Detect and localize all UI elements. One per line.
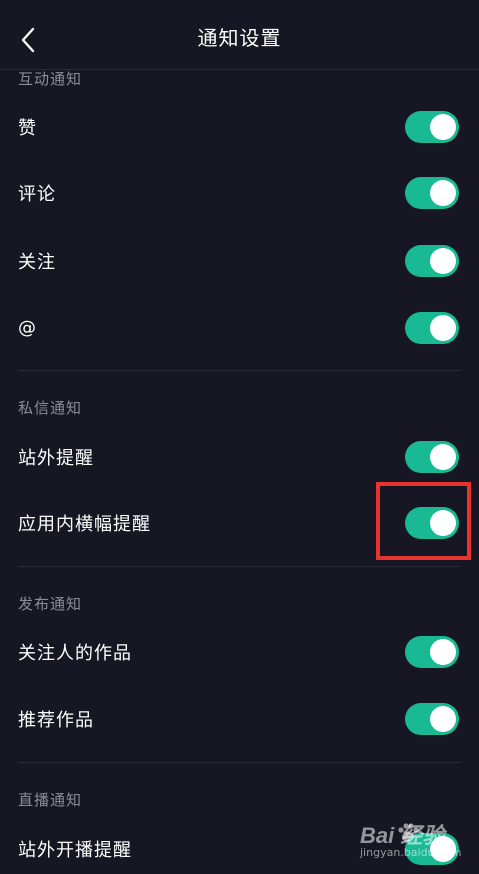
- setting-row-follow: 关注: [0, 236, 479, 286]
- section-title-interaction: 互动通知: [18, 70, 83, 88]
- section-title-live: 直播通知: [18, 791, 83, 809]
- toggle-knob: [430, 706, 456, 732]
- setting-label: 关注: [18, 252, 56, 273]
- setting-row-recommended-works: 推荐作品: [0, 694, 479, 744]
- toggle-knob: [430, 315, 456, 341]
- section-title-messages: 私信通知: [18, 399, 83, 417]
- toggle-knob: [430, 639, 456, 665]
- setting-row-followed-works: 关注人的作品: [0, 627, 479, 677]
- setting-label: 评论: [18, 184, 56, 205]
- setting-label: 关注人的作品: [18, 643, 132, 664]
- toggle-knob: [430, 444, 456, 470]
- follow-toggle[interactable]: [405, 245, 459, 277]
- toggle-knob: [430, 180, 456, 206]
- section-divider: [18, 566, 461, 567]
- setting-label: 站外提醒: [18, 448, 94, 469]
- setting-row-mention: @: [0, 303, 479, 353]
- setting-label: 赞: [18, 118, 37, 139]
- offsite-reminder-toggle[interactable]: [405, 441, 459, 473]
- like-toggle[interactable]: [405, 111, 459, 143]
- mention-toggle[interactable]: [405, 312, 459, 344]
- setting-row-live-reminder: 站外开播提醒: [0, 824, 479, 874]
- followed-works-toggle[interactable]: [405, 636, 459, 668]
- setting-row-like: 赞: [0, 102, 479, 152]
- page-title: 通知设置: [197, 26, 282, 50]
- toggle-knob: [430, 114, 456, 140]
- setting-label: 推荐作品: [18, 710, 94, 731]
- section-title-publish: 发布通知: [18, 595, 83, 613]
- setting-label: 站外开播提醒: [18, 840, 132, 861]
- toggle-knob: [430, 248, 456, 274]
- toggle-knob: [430, 836, 456, 862]
- live-reminder-toggle[interactable]: [405, 833, 459, 865]
- highlight-annotation: [376, 482, 471, 560]
- comment-toggle[interactable]: [405, 177, 459, 209]
- setting-row-comment: 评论: [0, 168, 479, 218]
- section-divider: [18, 762, 461, 763]
- section-divider: [18, 370, 461, 371]
- settings-list: 互动通知 赞 评论 关注 @ 私信通知 站外提醒 应用内横幅提醒 发布通知 关注…: [0, 0, 479, 871]
- setting-label: @: [18, 317, 37, 339]
- nav-bar: 通知设置: [0, 0, 479, 70]
- setting-label: 应用内横幅提醒: [18, 514, 151, 535]
- recommended-works-toggle[interactable]: [405, 703, 459, 735]
- setting-row-offsite-reminder: 站外提醒: [0, 432, 479, 482]
